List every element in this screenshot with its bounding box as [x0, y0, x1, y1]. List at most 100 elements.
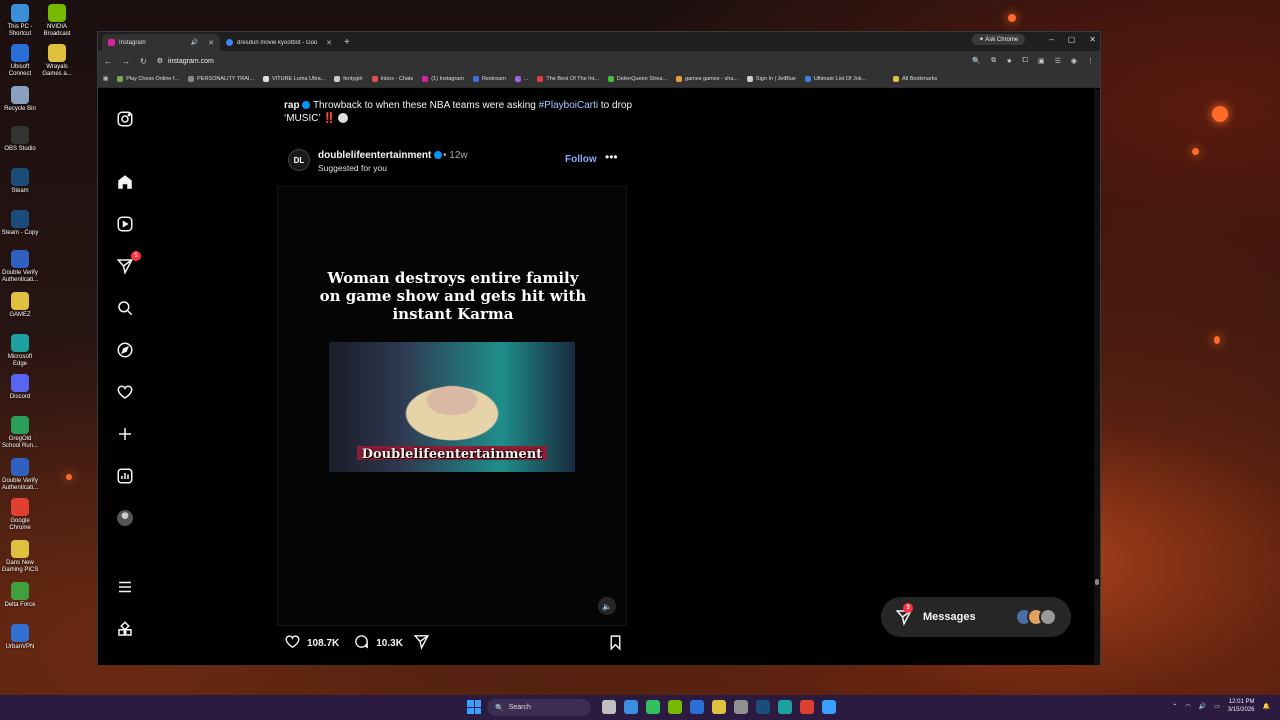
explore-icon[interactable] [115, 340, 135, 360]
wifi-icon[interactable]: ◠ [1185, 703, 1190, 710]
forward-icon[interactable]: → [122, 57, 130, 66]
also-from-meta-icon[interactable] [115, 619, 135, 639]
taskbar-app-icon[interactable] [756, 700, 770, 714]
taskbar-app-icon[interactable] [734, 700, 748, 714]
follow-button[interactable]: Follow [565, 154, 597, 165]
site-info-icon[interactable]: ⚙ [157, 57, 163, 65]
caption-user[interactable]: rap [284, 100, 300, 111]
desktop-icon[interactable]: Microsoft Edge [0, 334, 40, 368]
chevron-up-icon[interactable]: ⌃ [1172, 703, 1177, 710]
taskbar-app-icon[interactable] [668, 700, 682, 714]
bookmark-item[interactable]: VITURE Luma Ultra... [263, 76, 325, 82]
bookmark-item[interactable]: ... [514, 76, 528, 82]
taskbar-app-icon[interactable] [624, 700, 638, 714]
desktop-icon[interactable]: NVIDIA Broadcast [37, 4, 77, 38]
zoom-icon[interactable]: 🔍 [972, 57, 981, 65]
bookmark-item[interactable]: games games - sha... [676, 76, 738, 82]
taskbar-app-icon[interactable] [602, 700, 616, 714]
menu-icon[interactable]: ⋮ [1087, 57, 1094, 65]
desktop-icon[interactable]: Steam - Copy [0, 210, 40, 237]
post-video[interactable]: Woman destroys entire family on game sho… [277, 186, 627, 626]
plus-icon[interactable] [115, 424, 135, 444]
maximize-button[interactable]: ▢ [1068, 35, 1076, 44]
bookmark-item[interactable]: fentygirl [334, 76, 363, 82]
desktop-icon[interactable]: Double Verify Authenticati... [0, 250, 40, 284]
desktop-icon[interactable]: Delta Force [0, 582, 40, 609]
desktop-icon[interactable]: Google Chrome [0, 498, 40, 532]
taskbar-app-icon[interactable] [800, 700, 814, 714]
scrollbar-thumb[interactable] [1095, 579, 1099, 585]
profile-icon[interactable]: ◉ [1071, 57, 1077, 65]
instagram-logo-icon[interactable] [115, 109, 135, 129]
ask-chrome-button[interactable]: ✦ Ask Chrome [971, 34, 1026, 45]
desktop-icon[interactable]: GAMEZ [0, 292, 40, 319]
bookmark-item[interactable]: Inbox - Chats [371, 76, 413, 82]
more-menu-icon[interactable] [115, 577, 135, 597]
taskbar-app-icon[interactable] [712, 700, 726, 714]
extensions-icon[interactable]: ⧠ [1022, 57, 1028, 65]
direct-messages-icon[interactable]: 5 [115, 251, 141, 276]
bookmark-item[interactable]: The Best Of The Int... [537, 76, 599, 82]
bookmark-item[interactable]: Play Chess Online f... [117, 76, 179, 82]
caption-hashtag[interactable]: #PlayboiCarti [539, 100, 598, 111]
desktop-icon[interactable]: Recycle Bin [0, 86, 40, 113]
desktop-icon[interactable]: UrbanVPN [0, 624, 40, 651]
bookmark-item[interactable]: DelenQueen Strea... [607, 76, 667, 82]
more-options-button[interactable]: ••• [605, 150, 618, 164]
taskbar-app-icon[interactable] [646, 700, 660, 714]
close-window-button[interactable]: ✕ [1089, 35, 1096, 44]
bookmark-item[interactable]: PERSONALITY TRAI... [188, 76, 254, 82]
back-icon[interactable]: ← [104, 57, 112, 66]
desktop-icon[interactable]: Ubisoft Connect [0, 44, 40, 78]
notifications-icon[interactable]: 🔔 [1263, 703, 1270, 710]
address-bar[interactable]: ⚙ instagram.com [157, 57, 963, 66]
close-tab-icon[interactable]: ✕ [326, 39, 332, 47]
profile-avatar[interactable] [115, 508, 135, 528]
comment-count[interactable]: 10.3K [376, 638, 403, 649]
clock[interactable]: 12:01 PM 3/15/2026 [1228, 698, 1255, 714]
like-icon[interactable] [284, 633, 301, 653]
desktop-icon[interactable]: OBS Studio [0, 126, 40, 153]
reels-icon[interactable] [115, 214, 135, 234]
bookmark-item[interactable]: Restream [472, 76, 506, 82]
messages-button[interactable]: 3 Messages [881, 597, 1071, 637]
desktop-icon[interactable]: Dans New Gaming PICS [0, 540, 40, 574]
taskbar-app-icon[interactable] [690, 700, 704, 714]
bookmark-item[interactable]: Ultimate List Of Jok... [804, 76, 866, 82]
close-tab-icon[interactable]: ✕ [208, 39, 214, 47]
desktop-icon[interactable]: Double Verify Authenticati... [0, 458, 40, 492]
heart-icon[interactable] [115, 382, 135, 402]
tab-google-search[interactable]: dresdun movie kyootbot - Goo ✕ [220, 34, 338, 51]
bookmark-item[interactable]: (1) Instagram [422, 76, 464, 82]
page-scrollbar[interactable] [1094, 89, 1100, 665]
taskbar-app-icon[interactable] [822, 700, 836, 714]
reload-icon[interactable]: ↻ [140, 57, 147, 66]
comment-icon[interactable] [353, 633, 370, 653]
desktop-icon[interactable]: Discord [0, 374, 40, 401]
mute-button[interactable]: 🔈 [598, 597, 616, 615]
new-tab-button[interactable]: + [338, 34, 356, 51]
bookmark-item[interactable]: All Bookmarks [893, 76, 937, 82]
save-icon[interactable] [607, 634, 624, 654]
taskbar-search[interactable]: 🔍 Search [487, 699, 591, 716]
sidepanel-icon[interactable]: ▣ [1038, 57, 1045, 65]
desktop-icon[interactable]: Steam [0, 168, 40, 195]
windows-start-icon[interactable] [467, 700, 481, 714]
share-icon[interactable] [413, 633, 430, 653]
post-username[interactable]: doublelifeentertainment [318, 150, 443, 161]
battery-icon[interactable]: ▭ [1214, 703, 1220, 710]
post-author-avatar[interactable]: DL [288, 149, 310, 171]
bookmark-star-icon[interactable]: ★ [1006, 57, 1012, 65]
bookmark-item[interactable]: Sign In | JetBlue [746, 76, 796, 82]
taskbar-app-icon[interactable] [778, 700, 792, 714]
apps-icon[interactable]: ▦ [103, 76, 108, 82]
cast-icon[interactable]: ⧉ [991, 57, 996, 65]
minimize-button[interactable]: – [1049, 35, 1053, 44]
dashboard-icon[interactable] [115, 466, 135, 486]
search-icon[interactable] [115, 298, 135, 318]
home-icon[interactable] [115, 172, 135, 192]
desktop-icon[interactable]: GregOld School Run... [0, 416, 40, 450]
tab-instagram[interactable]: Instagram 🔊 ✕ [102, 34, 220, 51]
like-count[interactable]: 108.7K [307, 638, 339, 649]
desktop-icon[interactable]: This PC - Shortcut [0, 4, 40, 38]
